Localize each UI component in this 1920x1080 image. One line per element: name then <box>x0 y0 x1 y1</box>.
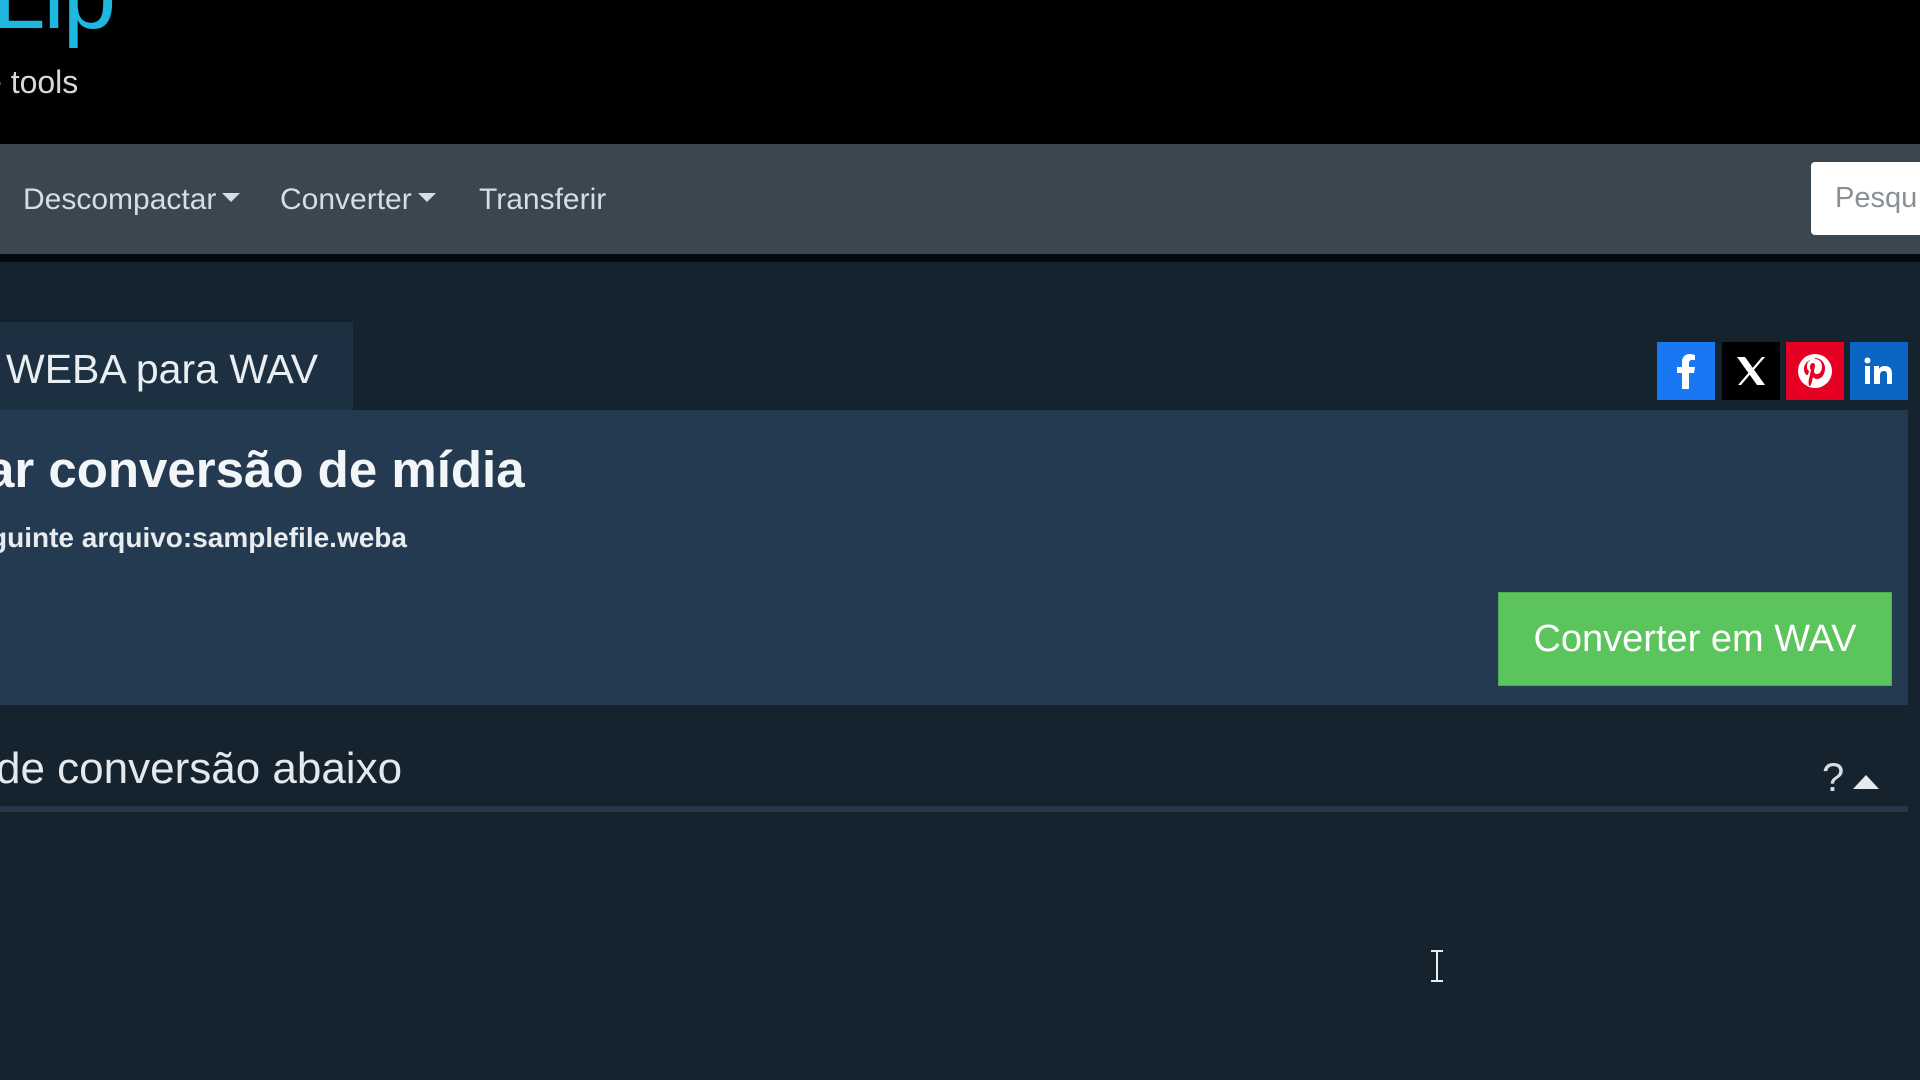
share-x-button[interactable] <box>1722 342 1780 400</box>
share-linkedin-button[interactable] <box>1850 342 1908 400</box>
options-divider <box>0 806 1908 812</box>
navbar-divider <box>0 254 1920 262</box>
conversion-options-heading: de conversão abaixo <box>0 744 403 793</box>
logo[interactable]: Lip <box>0 0 116 44</box>
caret-down-icon <box>222 192 241 202</box>
share-facebook-button[interactable] <box>1657 342 1715 400</box>
pinterest-icon <box>1798 354 1832 388</box>
convert-to-wav-button[interactable]: Converter em WAV <box>1498 592 1892 686</box>
share-pinterest-button[interactable] <box>1786 342 1844 400</box>
x-icon <box>1737 357 1765 385</box>
nav-item-converter[interactable]: Converter <box>280 180 436 220</box>
selected-file-label: guinte arquivo:samplefile.weba <box>0 522 407 553</box>
text-cursor-icon <box>1431 950 1443 982</box>
help-icon[interactable]: ? <box>1822 758 1844 798</box>
search-input[interactable] <box>1811 162 1920 235</box>
nav-item-label: Transferir <box>479 183 607 216</box>
tool-title: WEBA para WAV <box>6 346 319 392</box>
nav-item-transferir[interactable]: Transferir <box>479 180 606 220</box>
panel-heading: ar conversão de mídia <box>0 441 525 498</box>
logo-tagline: e tools <box>0 64 79 100</box>
chevron-up-icon[interactable] <box>1853 775 1879 789</box>
brand-header: Lip e tools <box>0 0 1920 144</box>
tool-title-tab: WEBA para WAV <box>0 322 353 412</box>
facebook-icon <box>1677 354 1695 389</box>
nav-item-label: Converter <box>280 183 412 216</box>
nav-item-descompactar[interactable]: Descompactar <box>23 180 241 220</box>
linkedin-icon <box>1864 357 1892 384</box>
caret-down-icon <box>417 192 436 202</box>
nav-item-label: Descompactar <box>23 183 217 216</box>
